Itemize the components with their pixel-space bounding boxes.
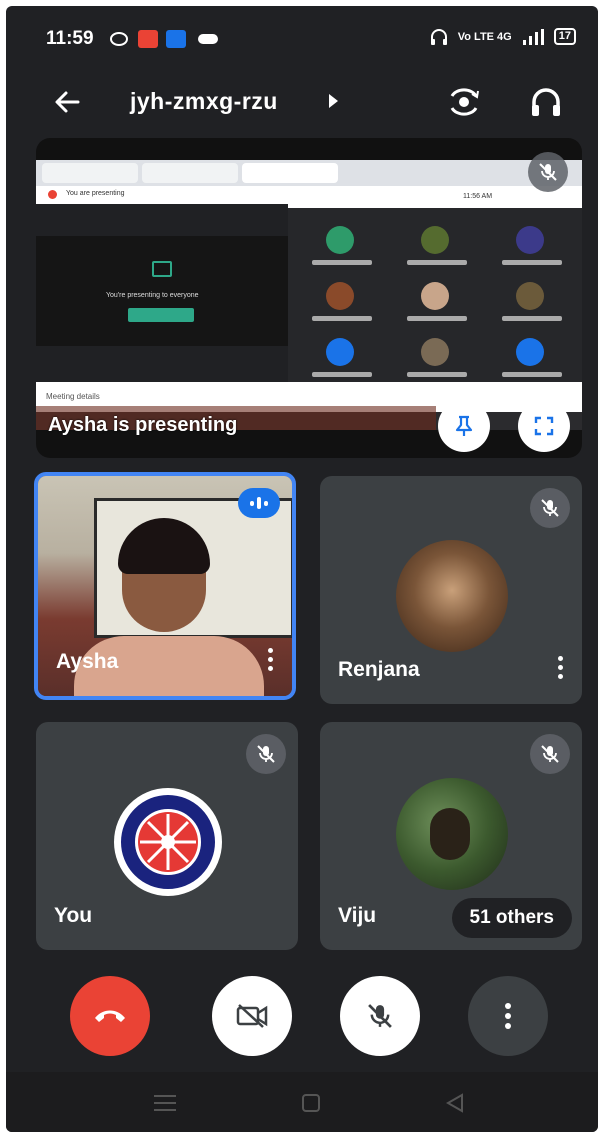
mini-name xyxy=(502,316,562,321)
mini-avatar xyxy=(516,226,544,254)
end-call-button[interactable] xyxy=(70,976,150,1056)
fullscreen-icon xyxy=(534,416,554,436)
cloud-icon xyxy=(198,34,218,44)
system-nav-bar xyxy=(6,1072,598,1132)
mini-avatar xyxy=(421,338,449,366)
messages-app-icon xyxy=(166,30,186,48)
app-bar: jyh-zmxg-rzu xyxy=(6,76,598,136)
mic-toggle-button[interactable] xyxy=(340,976,420,1056)
speaking-indicator-icon xyxy=(238,488,280,518)
mini-participant-grid: 11:56 AM xyxy=(288,186,582,382)
home-icon[interactable] xyxy=(296,1092,326,1114)
battery-indicator: 17 xyxy=(553,28,576,45)
mini-name xyxy=(407,260,467,265)
network-label: Vo LTE 4G xyxy=(457,30,512,43)
recents-icon[interactable] xyxy=(150,1092,180,1114)
more-options-button[interactable] xyxy=(468,976,548,1056)
status-bar: 11:59 Vo LTE 4G 17 xyxy=(6,6,598,76)
browser-tab xyxy=(142,163,238,183)
presenting-label: Aysha is presenting xyxy=(48,414,238,436)
headset-status-icon xyxy=(430,28,447,45)
end-call-icon xyxy=(95,1010,125,1022)
notification-icon xyxy=(110,32,128,46)
mini-avatar xyxy=(326,282,354,310)
avatar xyxy=(396,778,508,890)
presenting-banner-text: You are presenting xyxy=(66,190,125,197)
mini-name xyxy=(312,260,372,265)
avatar-face xyxy=(430,808,470,860)
meeting-info-arrow-icon[interactable] xyxy=(329,94,338,108)
participant-name: Viju xyxy=(338,904,377,927)
shared-screen: You are presenting You're presenting to … xyxy=(36,160,582,430)
mini-name xyxy=(502,372,562,377)
video-off-icon xyxy=(236,1004,268,1028)
meeting-code[interactable]: jyh-zmxg-rzu xyxy=(130,88,278,115)
presenter-panel: You are presenting You're presenting to … xyxy=(36,186,288,382)
mini-time: 11:56 AM xyxy=(463,193,493,200)
others-count-pill[interactable]: 51 others xyxy=(451,898,572,938)
mic-off-icon xyxy=(530,734,570,774)
presenting-banner: You are presenting xyxy=(36,186,288,204)
participant-name: You xyxy=(54,904,93,927)
camera-toggle-button[interactable] xyxy=(212,976,292,1056)
participant-tile-viju[interactable]: Viju 51 others xyxy=(320,722,582,950)
avatar xyxy=(112,786,224,898)
more-vert-icon[interactable] xyxy=(558,656,564,680)
status-time: 11:59 xyxy=(46,28,94,49)
mini-name xyxy=(407,316,467,321)
meeting-details-text: Meeting details xyxy=(46,392,100,401)
presenting-message: You're presenting to everyone xyxy=(106,292,199,299)
mini-avatar xyxy=(326,226,354,254)
mic-off-icon xyxy=(368,1004,392,1028)
participant-tile-renjana[interactable]: Renjana xyxy=(320,476,582,704)
presenting-dot xyxy=(48,190,57,199)
headphones-icon[interactable] xyxy=(526,82,566,122)
pin-button[interactable] xyxy=(438,400,490,452)
participant-tile-you[interactable]: You xyxy=(36,722,298,950)
mini-name xyxy=(407,372,467,377)
phone-screen: 11:59 Vo LTE 4G 17 jyh-zmxg-rzu You are … xyxy=(6,6,598,1132)
browser-tab xyxy=(42,163,138,183)
pin-icon xyxy=(455,415,473,436)
more-vert-icon[interactable] xyxy=(268,648,274,672)
signal-icon xyxy=(522,28,544,45)
switch-camera-icon[interactable] xyxy=(444,82,484,122)
back-icon[interactable] xyxy=(440,1092,470,1114)
back-arrow-icon[interactable] xyxy=(48,82,88,122)
mic-off-icon xyxy=(246,734,286,774)
mini-avatar xyxy=(421,226,449,254)
stop-presenting-button xyxy=(128,308,194,322)
presentation-tile[interactable]: You are presenting You're presenting to … xyxy=(36,138,582,458)
more-vert-icon xyxy=(505,1003,511,1029)
mini-avatar xyxy=(326,338,354,366)
mic-off-icon xyxy=(530,488,570,528)
avatar xyxy=(396,540,508,652)
mic-off-icon xyxy=(528,152,568,192)
mini-avatar xyxy=(421,282,449,310)
participant-name: Renjana xyxy=(338,658,420,681)
mini-name xyxy=(312,372,372,377)
mini-name xyxy=(312,316,372,321)
recorder-app-icon xyxy=(138,30,158,48)
mini-avatar xyxy=(516,282,544,310)
nss-logo xyxy=(114,788,222,896)
fullscreen-button[interactable] xyxy=(518,400,570,452)
browser-tab xyxy=(242,163,338,183)
presentation-panel: You're presenting to everyone xyxy=(36,236,288,346)
browser-tab-bar xyxy=(36,160,582,186)
mini-name xyxy=(502,260,562,265)
present-screen-icon xyxy=(152,261,172,277)
participant-tile-aysha[interactable]: Aysha xyxy=(34,472,296,700)
mini-avatar xyxy=(516,338,544,366)
participant-name: Aysha xyxy=(56,650,119,673)
status-right: Vo LTE 4G 17 xyxy=(430,28,576,45)
